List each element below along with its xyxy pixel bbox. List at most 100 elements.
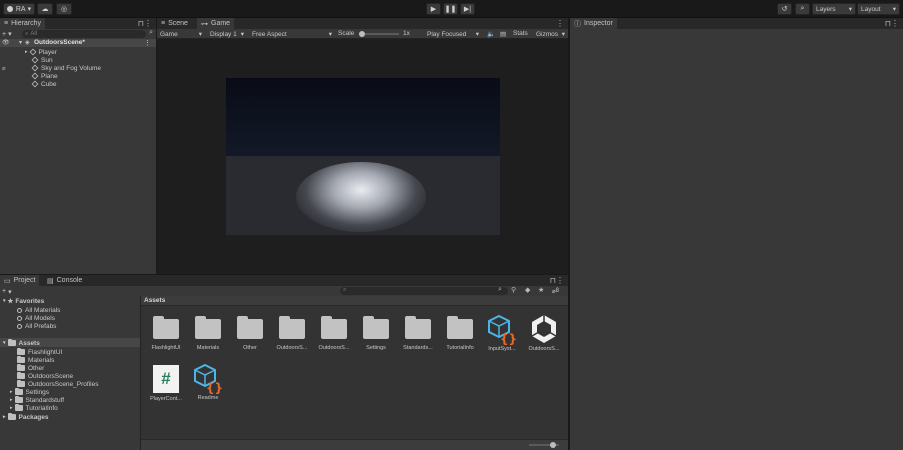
asset-item[interactable]: OutdoorsS... [273, 313, 311, 357]
asset-item[interactable]: {} Readme [189, 362, 227, 406]
layout-dropdown[interactable]: Layout ▾ [857, 3, 900, 15]
expand-arrow-icon[interactable]: ▾ [19, 39, 22, 46]
asset-item[interactable]: Materials [189, 313, 227, 357]
game-dropdown[interactable]: Game ▾ [157, 29, 205, 39]
chevron-down-icon: ▾ [892, 6, 896, 13]
pause-button[interactable]: ❚❚ [443, 3, 458, 15]
gameobject-icon [31, 80, 39, 88]
search-by-type-icon[interactable]: ⌕ [498, 286, 502, 294]
scale-slider[interactable] [359, 33, 399, 35]
tab-console[interactable]: ▤ Console [43, 275, 86, 286]
asset-folder-item[interactable]: ▸ Settings [10, 387, 49, 396]
asset-item[interactable]: TutorialInfo [441, 313, 479, 357]
cloud-button[interactable]: ☁ [37, 3, 53, 15]
gameobject-icon [31, 56, 39, 64]
asset-item[interactable]: # PlayerCont... [147, 362, 185, 406]
breadcrumb[interactable]: Assets [144, 297, 165, 304]
layout-grid-icon[interactable]: ▤ [500, 30, 506, 38]
pause-icon: ❚❚ [444, 6, 457, 13]
tab-project[interactable]: ▭ Project [0, 275, 40, 286]
display-dropdown[interactable]: Display 1 ▾ [207, 29, 247, 39]
asset-folder-item[interactable]: FlashlightUI [17, 347, 62, 356]
project-tree: ▾ ★ Favorites All Materials All Models All… [0, 297, 140, 450]
project-search-input[interactable]: ⌕ [340, 287, 508, 295]
folder-icon [17, 355, 25, 363]
tab-game[interactable]: ⊶ Game [197, 18, 235, 29]
folder-icon [153, 316, 179, 339]
tag-icon[interactable]: ◆ [525, 286, 530, 294]
history-button[interactable]: ↺ [777, 3, 792, 15]
favorite-item[interactable]: All Materials [17, 306, 60, 314]
icon-size-slider-handle[interactable] [550, 441, 556, 448]
search-button[interactable]: ⌕ [795, 3, 810, 15]
asset-folder-item[interactable]: ▸ TutorialInfo [10, 403, 58, 412]
asset-folder-item[interactable]: Other [17, 363, 44, 372]
folder-icon [14, 387, 23, 395]
favorite-item[interactable]: All Prefabs [17, 322, 56, 330]
asset-item[interactable]: Standards... [399, 313, 437, 357]
folder-icon [363, 316, 389, 339]
asset-item[interactable]: Other [231, 313, 269, 357]
packages-section[interactable]: ▸ Packages [3, 412, 49, 421]
hierarchy-item[interactable]: Cube [31, 80, 57, 88]
kebab-menu-icon[interactable]: ⋮ [144, 39, 151, 47]
hierarchy-item[interactable]: ▸ Player [25, 48, 57, 56]
gizmos-dropdown[interactable]: Gizmos ▾ [533, 29, 568, 39]
create-asset-button[interactable]: + ▾ [2, 287, 19, 296]
tab-hierarchy[interactable]: ≡ Hierarchy [0, 18, 46, 29]
play-focused-dropdown[interactable]: Play Focused ▾ [424, 29, 482, 39]
play-icon: ▶ [430, 6, 437, 13]
flashlight-glow [296, 162, 426, 232]
create-button[interactable]: + ▾ [2, 29, 19, 39]
chevron-down-icon: ▾ [240, 31, 244, 38]
visibility-icon[interactable]: 👁 [2, 39, 10, 46]
layers-dropdown[interactable]: Layers ▾ [812, 3, 856, 15]
hidden-packages-badge[interactable]: ⌀ 8 [552, 287, 559, 295]
stats-button[interactable]: Stats [513, 30, 528, 37]
status-bar [141, 439, 568, 450]
hierarchy-item[interactable]: Sun [31, 56, 53, 64]
search-icon: ⌕ [343, 287, 347, 293]
hierarchy-item[interactable]: Sky and Fog Volume [31, 64, 101, 72]
svg-text:{}: {} [206, 381, 223, 394]
asset-item[interactable]: OutdoorsS... [525, 313, 563, 357]
search-icon: ⌕ [800, 5, 805, 12]
gameobject-icon [31, 72, 39, 80]
kebab-menu-icon[interactable]: ⋮ [556, 276, 564, 285]
assets-section[interactable]: ▾ Assets [3, 338, 40, 347]
folder-icon [7, 412, 16, 420]
step-button[interactable]: ▶| [460, 3, 475, 15]
scene-row[interactable]: 👁 ▾ ◈ OutdoorsScene* ⋮ [0, 39, 156, 47]
game-viewport[interactable] [226, 78, 500, 235]
hierarchy-item[interactable]: Plane [31, 72, 58, 80]
chevron-down-icon: ▾ [848, 6, 852, 13]
hidden-icon[interactable]: ⌀ [2, 65, 6, 72]
kebab-menu-icon[interactable]: ⋮ [891, 19, 899, 28]
tab-inspector[interactable]: ⓘ Inspector [570, 18, 617, 29]
filter-icon[interactable]: ⌕ [149, 29, 153, 37]
asset-folder-item[interactable]: OutdoorsScene_Profiles [17, 379, 98, 388]
kebab-menu-icon[interactable]: ⋮ [144, 19, 152, 28]
asset-item[interactable]: Settings [357, 313, 395, 357]
asset-item[interactable]: OutdoorsS... [315, 313, 353, 357]
aspect-dropdown[interactable]: Free Aspect ▾ [249, 29, 335, 39]
asset-folder-item[interactable]: Materials [17, 355, 54, 364]
favorite-star-icon[interactable]: ★ [538, 286, 544, 294]
filter-by-label-icon[interactable]: ⚲ [511, 286, 516, 294]
account-button[interactable]: RA ▾ [3, 3, 35, 15]
audio-mute-icon[interactable]: 🔈 [487, 30, 495, 38]
asset-item[interactable]: {} InputSyst... [483, 313, 521, 357]
scale-slider-handle[interactable] [359, 30, 365, 37]
favorite-item[interactable]: All Models [17, 314, 55, 322]
asset-folder-item[interactable]: ▸ Standardstuff [10, 395, 64, 404]
hierarchy-search-input[interactable]: ⌕ All [22, 30, 146, 38]
play-button[interactable]: ▶ [426, 3, 441, 15]
folder-icon [195, 316, 221, 339]
tab-scene[interactable]: ≡ Scene [157, 18, 192, 29]
asset-folder-item[interactable]: OutdoorsScene [17, 371, 73, 380]
folder-icon [321, 316, 347, 339]
kebab-menu-icon[interactable]: ⋮ [556, 19, 564, 28]
collab-button[interactable]: ◎ [56, 3, 72, 15]
asset-item[interactable]: FlashlightUI [147, 313, 185, 357]
favorites-section[interactable]: ▾ ★ Favorites [3, 297, 44, 306]
